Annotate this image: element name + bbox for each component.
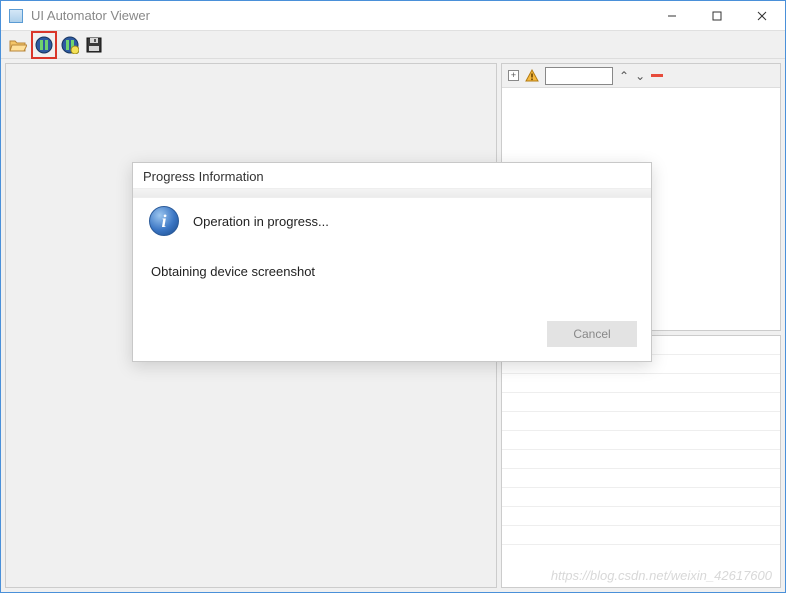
device-screenshot-compressed-icon	[61, 36, 79, 54]
search-prev-button[interactable]: ⌃	[619, 69, 629, 83]
close-icon	[757, 11, 767, 21]
window-controls	[649, 1, 785, 30]
app-icon	[9, 9, 23, 23]
status-text: Obtaining device screenshot	[151, 264, 635, 279]
highlighted-tool	[31, 31, 57, 59]
save-button[interactable]	[83, 34, 105, 56]
hierarchy-toolbar: + ⌃ ⌄	[502, 64, 780, 88]
info-icon: i	[149, 206, 179, 236]
expand-all-button[interactable]: +	[508, 70, 519, 81]
toolbar	[1, 31, 785, 59]
maximize-icon	[712, 11, 722, 21]
device-screenshot-compressed-button[interactable]	[59, 34, 81, 56]
search-input[interactable]	[545, 67, 613, 85]
titlebar: UI Automator Viewer	[1, 1, 785, 31]
cancel-button[interactable]: Cancel	[547, 321, 637, 347]
table-row	[502, 450, 780, 469]
close-button[interactable]	[739, 1, 785, 30]
table-row	[502, 507, 780, 526]
table-row	[502, 374, 780, 393]
table-row	[502, 526, 780, 545]
search-next-button[interactable]: ⌄	[635, 69, 645, 83]
open-icon	[9, 37, 27, 53]
progress-dialog: Progress Information i Operation in prog…	[132, 162, 652, 362]
table-row	[502, 393, 780, 412]
device-screenshot-button[interactable]	[33, 34, 55, 56]
minimize-icon	[667, 11, 677, 21]
dialog-body: i Operation in progress... Obtaining dev…	[133, 198, 651, 311]
open-button[interactable]	[7, 34, 29, 56]
dialog-separator	[133, 188, 651, 198]
table-row	[502, 469, 780, 488]
minimize-button[interactable]	[649, 1, 694, 30]
remove-icon[interactable]	[651, 74, 663, 77]
properties-panel: https://blog.csdn.net/weixin_42617600	[501, 335, 781, 588]
device-screenshot-icon	[35, 36, 53, 54]
operation-text: Operation in progress...	[193, 214, 329, 229]
table-row	[502, 412, 780, 431]
save-icon	[86, 37, 102, 53]
watermark: https://blog.csdn.net/weixin_42617600	[551, 568, 772, 583]
window-title: UI Automator Viewer	[31, 8, 649, 23]
dialog-buttons: Cancel	[133, 311, 651, 361]
warning-icon	[525, 69, 539, 83]
table-row	[502, 488, 780, 507]
progress-row: i Operation in progress...	[149, 206, 635, 236]
maximize-button[interactable]	[694, 1, 739, 30]
table-row	[502, 431, 780, 450]
dialog-title: Progress Information	[133, 163, 651, 188]
